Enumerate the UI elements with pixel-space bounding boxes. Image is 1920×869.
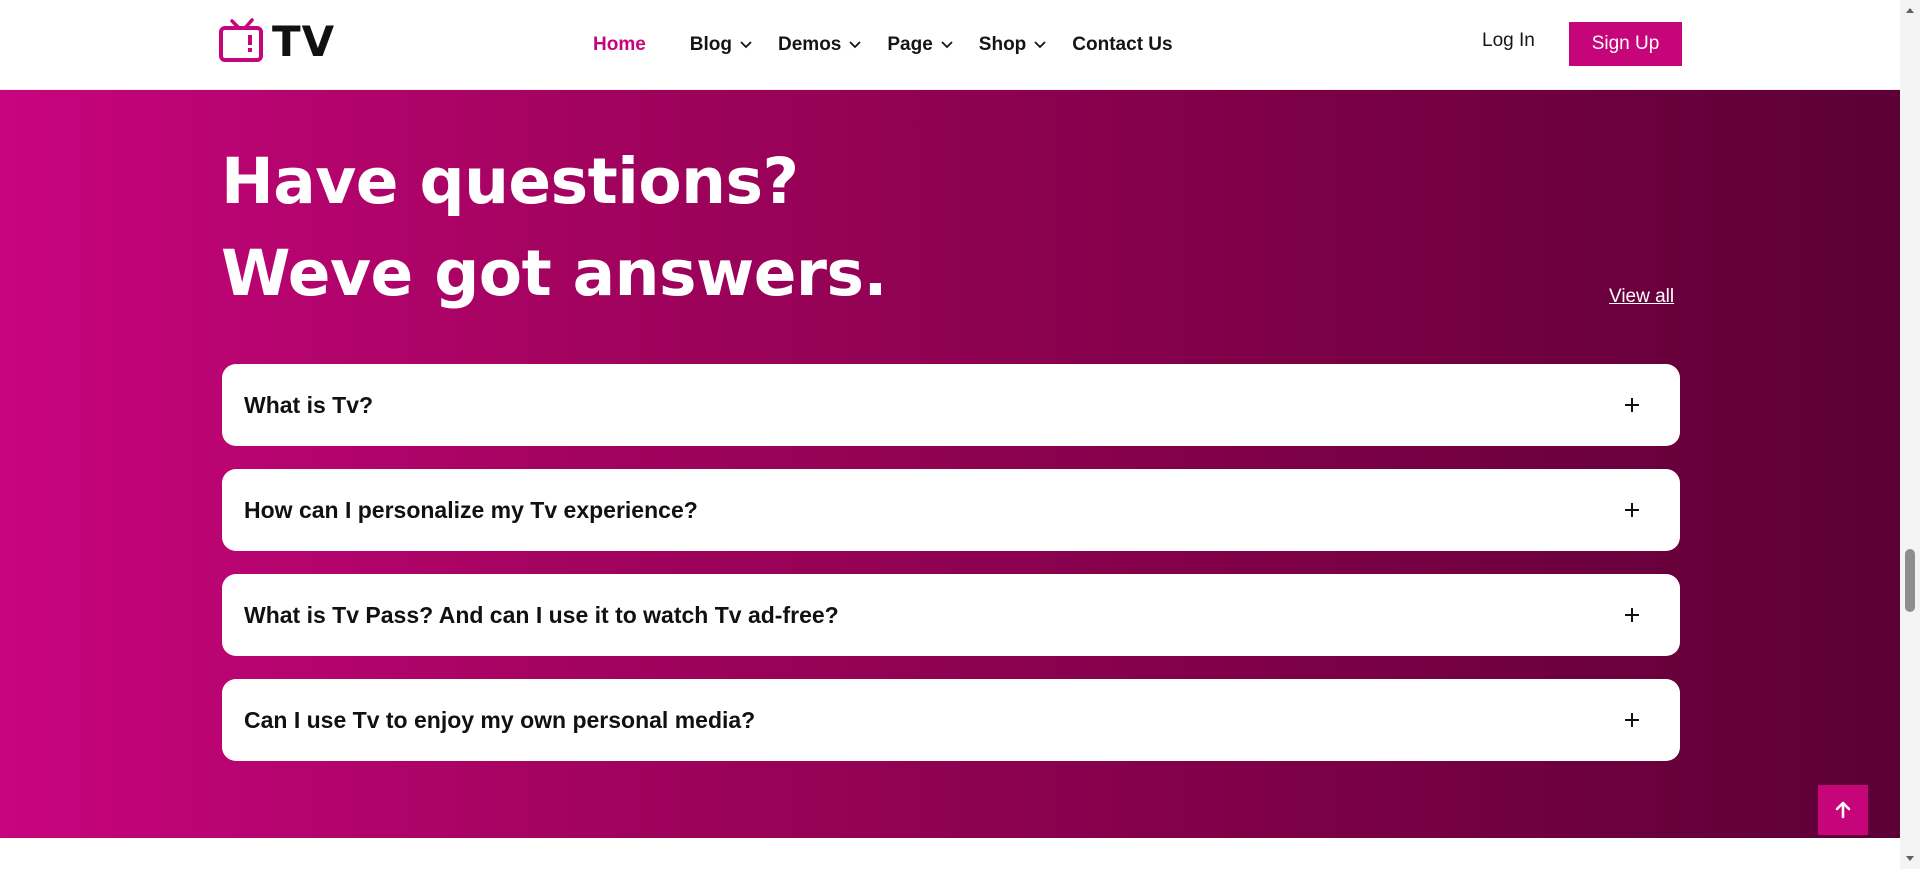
chevron-down-icon bbox=[1034, 41, 1046, 49]
logo[interactable]: TV bbox=[218, 16, 335, 66]
nav-blog-label: Blog bbox=[689, 34, 733, 55]
view-all-link[interactable]: View all bbox=[1609, 286, 1674, 308]
plus-icon[interactable] bbox=[1624, 607, 1640, 623]
scroll-up-arrow-icon[interactable] bbox=[1904, 4, 1916, 16]
page: TV Home Blog Demos Page Shop Contact Us … bbox=[0, 0, 1900, 869]
nav-shop[interactable]: Shop bbox=[979, 34, 1047, 56]
chevron-down-icon bbox=[941, 41, 953, 49]
faq-heading-line1: Have questions? bbox=[221, 145, 799, 218]
faq-item[interactable]: Can I use Tv to enjoy my own personal me… bbox=[222, 679, 1680, 761]
nav-demos-label: Demos bbox=[778, 34, 842, 55]
nav-demos[interactable]: Demos bbox=[778, 34, 862, 56]
site-header: TV Home Blog Demos Page Shop Contact Us … bbox=[0, 0, 1900, 90]
plus-icon[interactable] bbox=[1624, 502, 1640, 518]
nav-contact[interactable]: Contact Us bbox=[1072, 34, 1172, 56]
arrow-up-icon bbox=[1835, 801, 1851, 819]
scroll-down-arrow-icon[interactable] bbox=[1904, 853, 1916, 865]
faq-heading: Have questions? Weve got answers. bbox=[221, 136, 887, 320]
faq-item[interactable]: What is Tv? bbox=[222, 364, 1680, 446]
faq-heading-line2: Weve got answers. bbox=[221, 237, 887, 310]
logo-text: TV bbox=[272, 16, 336, 66]
tv-icon bbox=[218, 18, 264, 64]
nav-contact-label: Contact Us bbox=[1072, 34, 1173, 55]
faq-question: What is Tv? bbox=[244, 391, 374, 418]
chevron-down-icon bbox=[740, 41, 752, 49]
plus-icon[interactable] bbox=[1624, 397, 1640, 413]
faq-item[interactable]: What is Tv Pass? And can I use it to wat… bbox=[222, 574, 1680, 656]
login-link[interactable]: Log In bbox=[1482, 30, 1535, 52]
nav-home[interactable]: Home bbox=[593, 34, 646, 56]
faq-list: What is Tv? How can I personalize my Tv … bbox=[222, 364, 1680, 784]
faq-section: Have questions? Weve got answers. View a… bbox=[0, 90, 1900, 838]
vertical-scrollbar[interactable] bbox=[1900, 0, 1920, 869]
nav-page-label: Page bbox=[887, 34, 933, 55]
nav-home-label: Home bbox=[593, 34, 646, 55]
faq-question: Can I use Tv to enjoy my own personal me… bbox=[244, 706, 756, 733]
nav-blog[interactable]: Blog bbox=[690, 34, 752, 56]
main-nav: Home Blog Demos Page Shop Contact Us bbox=[593, 0, 1217, 90]
plus-icon[interactable] bbox=[1624, 712, 1640, 728]
faq-item[interactable]: How can I personalize my Tv experience? bbox=[222, 469, 1680, 551]
nav-shop-label: Shop bbox=[978, 34, 1027, 55]
back-to-top-button[interactable] bbox=[1818, 785, 1868, 835]
chevron-down-icon bbox=[849, 41, 862, 49]
signup-button[interactable]: Sign Up bbox=[1569, 22, 1682, 66]
faq-question: How can I personalize my Tv experience? bbox=[244, 496, 698, 523]
nav-page[interactable]: Page bbox=[887, 34, 953, 56]
faq-question: What is Tv Pass? And can I use it to wat… bbox=[244, 601, 839, 628]
scrollbar-thumb[interactable] bbox=[1905, 549, 1915, 612]
